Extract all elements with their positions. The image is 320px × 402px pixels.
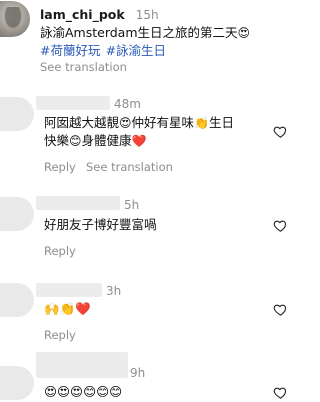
comment-text-part: 阿囡越大越靚 — [44, 115, 120, 130]
see-translation-link[interactable]: See translation — [86, 160, 173, 174]
comment-emojis: 😍😍😍😊😊😊 — [44, 384, 123, 399]
avatar[interactable] — [0, 283, 34, 317]
comment-text: 快樂😊身體健康❤️ — [44, 132, 147, 149]
avatar[interactable] — [0, 1, 30, 37]
hashtag-row: #荷蘭好玩 #詠渝生日 — [40, 40, 166, 59]
comment-text-part: 仲好有星味 — [131, 115, 195, 130]
reply-button[interactable]: Reply — [44, 328, 76, 342]
clap-emoji-icon: 👏 — [194, 116, 209, 130]
comment-text-part: 快樂 — [44, 133, 70, 148]
comment-text: 好朋友子博好豐富喎 — [44, 217, 157, 232]
smiling-face-emoji-icon: 😍 — [237, 26, 251, 40]
comment-header: lam_chi_pok 15h — [40, 4, 159, 23]
heart-outline-icon[interactable] — [273, 124, 288, 139]
see-translation-link[interactable]: See translation — [40, 60, 127, 74]
timestamp: 3h — [106, 284, 122, 298]
hashtag-link[interactable]: #荷蘭好玩 — [40, 43, 100, 58]
comment-emojis: 🙌👏❤️ — [44, 301, 91, 316]
redacted-username — [36, 96, 110, 110]
avatar[interactable] — [0, 366, 34, 400]
avatar[interactable] — [0, 197, 34, 231]
comment-text: 詠渝Amsterdam生日之旅的第二天😍 — [40, 24, 250, 41]
timestamp: 48m — [114, 97, 141, 111]
heart-outline-icon[interactable] — [273, 385, 288, 400]
redacted-username — [36, 196, 120, 210]
redacted-username — [36, 352, 128, 378]
timestamp: 9h — [130, 366, 146, 380]
heart-outline-icon[interactable] — [273, 302, 288, 317]
comment-text-part: 生日 — [209, 115, 235, 130]
red-heart-emoji-icon: ❤️ — [131, 134, 147, 148]
comment-text: 阿囡越大越靚😍仲好有星味👏生日 — [44, 114, 234, 131]
reply-button[interactable]: Reply — [44, 244, 76, 258]
heart-eyes-emoji-icon: 😍 — [119, 116, 132, 130]
avatar[interactable] — [0, 97, 34, 131]
reply-button[interactable]: Reply — [44, 160, 76, 174]
hashtag-link[interactable]: #詠渝生日 — [106, 43, 166, 58]
comment-text-body: 詠渝Amsterdam生日之旅的第二天 — [40, 25, 238, 40]
timestamp: 15h — [135, 8, 159, 22]
timestamp: 5h — [124, 198, 140, 212]
redacted-username — [36, 283, 102, 297]
username[interactable]: lam_chi_pok — [40, 7, 125, 22]
heart-outline-icon[interactable] — [273, 218, 288, 233]
comment-text-part: 身體健康 — [81, 133, 132, 148]
smile-emoji-icon: 😊 — [69, 134, 82, 148]
